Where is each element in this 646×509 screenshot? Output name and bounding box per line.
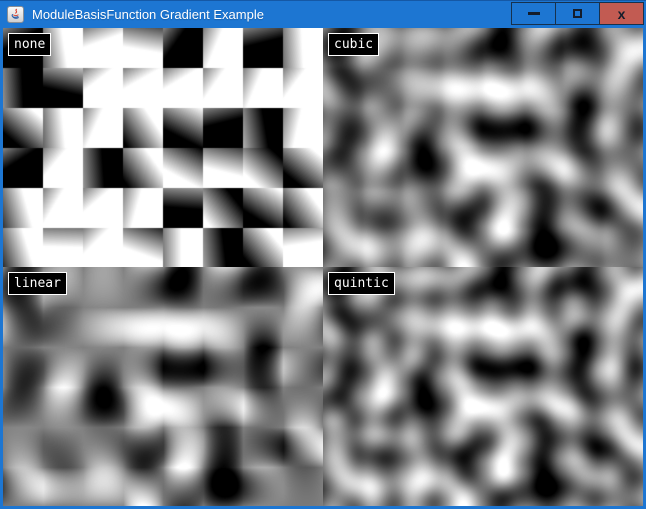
noise-grid: none cubic linear quintic (3, 28, 643, 506)
panel-label-none: none (8, 33, 51, 56)
minimize-icon (528, 12, 540, 15)
panel-label-quintic: quintic (328, 272, 395, 295)
close-icon: x (618, 7, 626, 21)
window-controls: x (512, 2, 644, 25)
noise-canvas-linear (3, 267, 323, 506)
app-window: ModuleBasisFunction Gradient Example x n… (0, 0, 646, 509)
window-title: ModuleBasisFunction Gradient Example (32, 7, 264, 22)
noise-viewport: none cubic linear quintic (0, 28, 646, 509)
maximize-icon (573, 9, 582, 18)
panel-cubic: cubic (323, 28, 643, 267)
maximize-button[interactable] (555, 2, 600, 25)
panel-label-linear: linear (8, 272, 67, 295)
panel-quintic: quintic (323, 267, 643, 506)
java-coffee-cup-icon (7, 6, 24, 23)
close-button[interactable]: x (599, 2, 644, 25)
panel-label-cubic: cubic (328, 33, 379, 56)
title-bar[interactable]: ModuleBasisFunction Gradient Example x (0, 0, 646, 28)
minimize-button[interactable] (511, 2, 556, 25)
noise-canvas-cubic (323, 28, 643, 267)
panel-none: none (3, 28, 323, 267)
noise-canvas-none (3, 28, 323, 267)
noise-canvas-quintic (323, 267, 643, 506)
panel-linear: linear (3, 267, 323, 506)
